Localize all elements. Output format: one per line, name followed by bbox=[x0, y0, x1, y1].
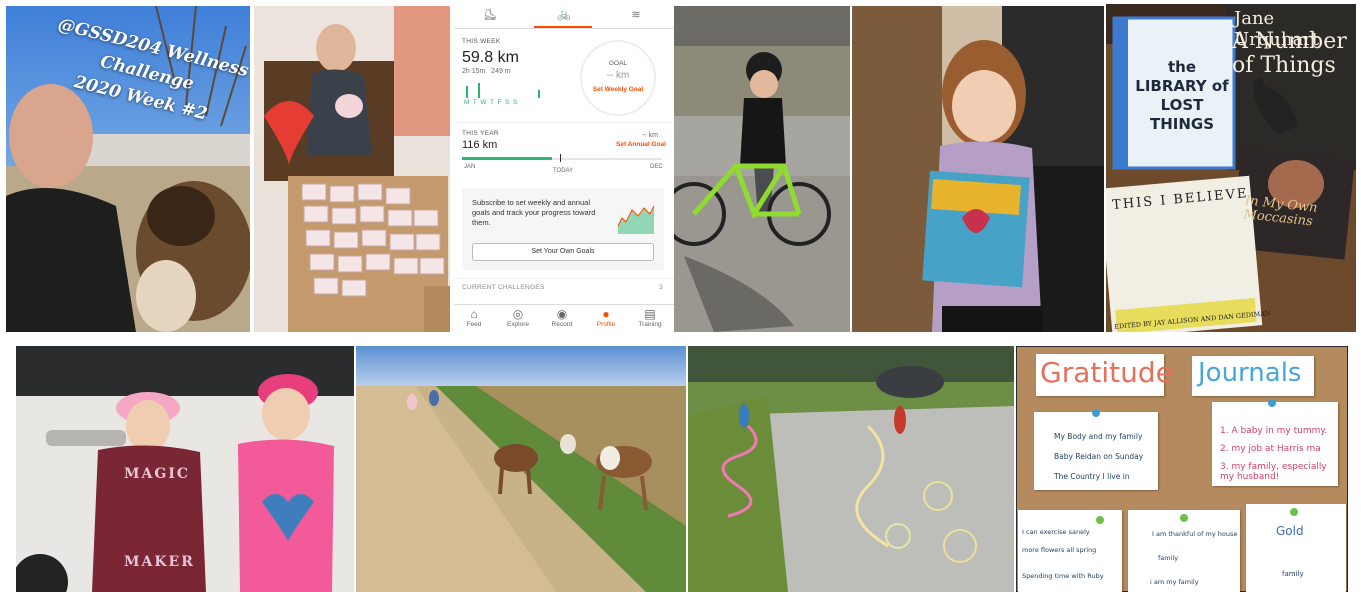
note-line: I can exercise sanely bbox=[1022, 528, 1090, 536]
year-goal-value: -- km bbox=[642, 132, 658, 139]
note-line: Baby Reidan on Sunday bbox=[1054, 452, 1144, 461]
goal-label: GOAL bbox=[608, 60, 628, 67]
shirt-text-maker: MAKER bbox=[124, 554, 195, 570]
subscribe-text: Subscribe to set weekly and annual goals… bbox=[472, 198, 596, 227]
sport-tabs: ⛸ 🚲 ≋ bbox=[454, 4, 674, 29]
calendar-icon: ▤ bbox=[644, 307, 656, 321]
week-days: M T W T F S S bbox=[464, 99, 518, 106]
nav-label: Record bbox=[551, 321, 573, 328]
this-week-label: THIS WEEK bbox=[462, 38, 501, 45]
today-label: TODAY bbox=[553, 168, 574, 174]
book-title-library-of-lost-things: the LIBRARY of LOST THINGS bbox=[1135, 58, 1229, 133]
person-icon: ● bbox=[602, 307, 610, 321]
weekly-goal-ring: GOAL -- km Set Weekly Goal bbox=[580, 40, 656, 116]
note-line: Gold bbox=[1276, 524, 1304, 538]
swim-waves-icon[interactable]: ≋ bbox=[606, 8, 666, 21]
pushpin-icon bbox=[1180, 514, 1188, 522]
nav-label: Profile bbox=[596, 321, 616, 328]
note-line: Spending time with Ruby bbox=[1022, 572, 1104, 580]
pushpin-icon bbox=[1096, 516, 1104, 524]
pushpin-icon bbox=[1268, 399, 1276, 407]
note-line: family bbox=[1282, 570, 1304, 578]
week-time-elevation: 2h 15m 249 m bbox=[462, 68, 511, 75]
set-annual-goal-link[interactable]: Set Annual Goal bbox=[616, 141, 666, 148]
compass-icon: ◎ bbox=[512, 307, 524, 321]
nav-record[interactable]: ◉ Record bbox=[542, 307, 582, 328]
goal-value: -- km bbox=[606, 70, 630, 81]
photo-boy-with-box bbox=[254, 6, 450, 332]
divider bbox=[454, 278, 674, 279]
nav-label: Feed bbox=[466, 321, 482, 328]
note-line: 2. my job at Harris ma bbox=[1220, 444, 1321, 454]
today-marker bbox=[560, 154, 561, 162]
bike-icon[interactable]: 🚲 bbox=[534, 8, 594, 21]
divider bbox=[454, 122, 674, 123]
subscribe-card: Subscribe to set weekly and annual goals… bbox=[462, 188, 664, 270]
active-tab-indicator bbox=[534, 26, 592, 28]
shirt-text-magic: MAGIC bbox=[124, 466, 191, 482]
heading-gratitude: Gratitude bbox=[1040, 356, 1173, 389]
photo-goats-on-road bbox=[356, 346, 686, 592]
jan-label: JAN bbox=[464, 164, 476, 170]
journal-note-5: Gold family bbox=[1246, 504, 1346, 592]
year-distance: 116 km bbox=[462, 139, 498, 151]
book-title-a-number-of-things: A Number of Things bbox=[1232, 29, 1347, 78]
nav-training[interactable]: ▤ Training bbox=[630, 307, 670, 328]
bottom-nav: ⌂ Feed ◎ Explore ◉ Record ● Profile ▤ Trainin… bbox=[454, 304, 674, 334]
set-weekly-goal-link[interactable]: Set Weekly Goal bbox=[582, 86, 654, 93]
challenges-count: 3 bbox=[659, 284, 663, 291]
nav-profile[interactable]: ● Profile bbox=[586, 307, 626, 328]
journal-note-1: My Body and my family Baby Reidan on Sun… bbox=[1034, 409, 1158, 490]
photo-chalk-driveway bbox=[688, 346, 1014, 592]
photo-boy-on-bike bbox=[674, 6, 850, 332]
nav-feed[interactable]: ⌂ Feed bbox=[454, 307, 494, 328]
note-line: The Country I live in bbox=[1054, 472, 1130, 481]
note-line: 3. my family, especially my husband! bbox=[1220, 462, 1327, 482]
pushpin-icon bbox=[1092, 409, 1100, 417]
note-line: i am my family bbox=[1150, 578, 1199, 586]
note-line: more flowers all spring bbox=[1022, 546, 1097, 554]
nav-label: Training bbox=[638, 321, 662, 328]
record-icon: ◉ bbox=[556, 307, 568, 321]
nav-explore[interactable]: ◎ Explore bbox=[498, 307, 538, 328]
year-progress-fill bbox=[462, 157, 552, 160]
photo-books: Jane Urquhart A Number of Things the LIB… bbox=[1106, 4, 1356, 332]
subscribe-chart-icon bbox=[617, 205, 655, 234]
note-line: I am thankful of my house bbox=[1152, 530, 1238, 538]
photo-two-girls: MAGIC MAKER bbox=[16, 346, 354, 592]
home-icon: ⌂ bbox=[470, 307, 478, 321]
dec-label: DEC bbox=[650, 164, 663, 170]
week-bars bbox=[466, 83, 540, 98]
strava-app-screenshot: ⛸ 🚲 ≋ THIS WEEK 59.8 km 2h 15m 249 m M T… bbox=[454, 4, 674, 334]
nav-label: Explore bbox=[506, 321, 530, 328]
heading-journals: Journals bbox=[1198, 358, 1302, 388]
photo-selfie-with-dog: @GSSD204 Wellness Challenge 2020 Week #2 bbox=[6, 6, 250, 332]
photo-girl-with-book bbox=[852, 6, 1104, 332]
note-line: 1. A baby in my tummy. bbox=[1220, 426, 1328, 436]
pushpin-icon bbox=[1290, 508, 1298, 516]
run-shoe-icon[interactable]: ⛸ bbox=[460, 8, 520, 21]
week-distance: 59.8 km bbox=[462, 49, 519, 66]
current-challenges-label[interactable]: CURRENT CHALLENGES bbox=[462, 284, 545, 291]
photo-gratitude-board: Gratitude Journals My Body and my family… bbox=[1016, 346, 1348, 592]
journal-note-4: I am thankful of my house family i am my… bbox=[1128, 510, 1240, 592]
this-year-label: THIS YEAR bbox=[462, 130, 499, 137]
set-your-own-goals-button[interactable]: Set Your Own Goals bbox=[472, 243, 654, 261]
note-line: My Body and my family bbox=[1054, 432, 1143, 441]
journal-note-3: I can exercise sanely more flowers all s… bbox=[1018, 510, 1122, 592]
note-line: family bbox=[1158, 554, 1179, 562]
journal-note-2: 1. A baby in my tummy. 2. my job at Harr… bbox=[1212, 399, 1338, 486]
